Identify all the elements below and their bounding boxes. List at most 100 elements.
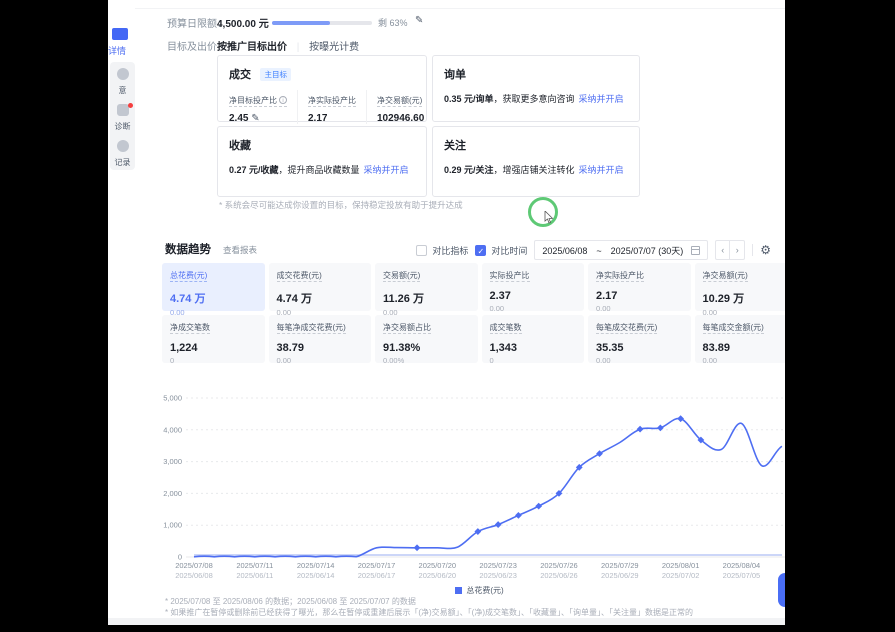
metric-card-compare-value: 0 xyxy=(490,356,577,365)
metric-card-compare-value: 0.00 xyxy=(703,356,786,365)
metric-card-2[interactable]: 交易额(元)11.26 万0.00 xyxy=(375,263,478,311)
y-tick-label: 5,000 xyxy=(163,394,182,403)
app-window: 详情 意诊断记录 预算日限额： 4,500.00 元 剩 63% ✎ 目标及出价… xyxy=(108,0,785,625)
goal-card-follow[interactable]: 关注 0.29 元/关注，增强店铺关注转化采纳并开启 xyxy=(432,126,640,197)
metric-card-11[interactable]: 每笔成交金额(元)83.890.00 xyxy=(695,315,786,363)
metric-card-8[interactable]: 净交易额占比91.38%0.00% xyxy=(375,315,478,363)
promotion-detail-icon[interactable] xyxy=(112,28,128,40)
date-range-picker[interactable]: 2025/06/08 ~ 2025/07/07 (30天) xyxy=(534,240,708,260)
tab-bid-by-impression[interactable]: 按曝光计费 xyxy=(309,42,359,53)
metric-card-value: 38.79 xyxy=(277,342,364,354)
metric-card-5[interactable]: 净交易额(元)10.29 万0.00 xyxy=(695,263,786,311)
tab-separator: | xyxy=(297,42,300,53)
x-tick-label: 2025/07/14 xyxy=(297,561,335,570)
floating-side-tab[interactable] xyxy=(778,573,785,607)
prev-period-button[interactable]: ‹ xyxy=(715,240,730,260)
data-point-marker xyxy=(515,512,522,519)
edit-budget-icon[interactable]: ✎ xyxy=(415,15,423,26)
x-tick-label-compare: 2025/07/05 xyxy=(723,571,761,580)
goal-card-follow-desc: 0.29 元/关注，增强店铺关注转化采纳并开启 xyxy=(444,163,628,176)
goal-card-inquiry[interactable]: 询单 0.35 元/询单，获取更多意向咨询采纳并开启 xyxy=(432,55,640,122)
x-tick-label: 2025/07/29 xyxy=(601,561,639,570)
metric-card-value: 1,224 xyxy=(170,342,257,354)
data-point-marker xyxy=(596,450,603,457)
metric-card-label: 每笔成交金额(元) xyxy=(703,322,764,334)
metric-card-6[interactable]: 净成交笔数1,2240 xyxy=(162,315,265,363)
budget-value: 4,500.00 元 xyxy=(217,15,269,30)
metric-card-label: 交易额(元) xyxy=(383,270,420,282)
settings-gear-icon[interactable]: ⚙ xyxy=(760,243,771,257)
bottom-scroll-strip xyxy=(108,618,785,625)
metric-card-value: 2.37 xyxy=(490,290,577,302)
metric-card-7[interactable]: 每笔净成交花费(元) 38.79 0.00 xyxy=(269,315,372,363)
view-report-link[interactable]: 查看报表 xyxy=(223,244,257,256)
adopt-enable-link[interactable]: 采纳并开启 xyxy=(364,165,409,175)
metric-card-label: 实际投产比 xyxy=(490,270,530,282)
metric-card-1[interactable]: 成交花费(元)4.74 万0.00 xyxy=(269,263,372,311)
metric-card-0[interactable]: 总花费(元)4.74 万0.00 xyxy=(162,263,265,311)
x-tick-label-compare: 2025/06/29 xyxy=(601,571,639,580)
diagnose-icon xyxy=(117,104,129,116)
adopt-enable-link[interactable]: 采纳并开启 xyxy=(579,165,624,175)
metric-card-compare-value: 0.00 xyxy=(596,304,683,313)
deal-metric-label: 净目标投产比i xyxy=(229,96,287,107)
budget-row: 预算日限额： 4,500.00 元 剩 63% ✎ xyxy=(135,15,785,31)
metric-card-3[interactable]: 实际投产比2.370.00 xyxy=(482,263,585,311)
y-tick-label: 2,000 xyxy=(163,489,182,498)
goal-card-deal[interactable]: 成交 主目标 净目标投产比i 2.45 ✎ 净实际投产比 2.17 净交易额(元… xyxy=(217,55,427,122)
budget-slider[interactable] xyxy=(272,21,372,25)
goal-card-follow-title: 关注 xyxy=(444,137,466,153)
legend-label[interactable]: 总花费(元) xyxy=(466,586,503,595)
sidebar-item-label: 记录 xyxy=(110,157,135,168)
x-tick-label-compare: 2025/07/02 xyxy=(662,571,700,580)
metric-card-9[interactable]: 成交笔数1,3430 xyxy=(482,315,585,363)
metric-cards-grid: 总花费(元)4.74 万0.00成交花费(元)4.74 万0.00 交易额(元) 1… xyxy=(162,263,785,363)
goal-bid-row: 目标及出价： 按推广目标出价 | 按曝光计费 xyxy=(135,38,785,54)
data-point-marker xyxy=(677,415,684,422)
deal-metric-value: 102946.60 xyxy=(377,113,424,124)
metric-card-4[interactable]: 净实际投产比2.170.00 xyxy=(588,263,691,311)
metric-card-value: 11.26 万 xyxy=(383,290,470,306)
x-tick-label: 2025/07/08 xyxy=(175,561,213,570)
goal-card-inquiry-desc: 0.35 元/询单，获取更多意向咨询采纳并开启 xyxy=(444,92,628,105)
metric-card-compare-value: 0.00% xyxy=(383,356,470,365)
adopt-enable-link[interactable]: 采纳并开启 xyxy=(579,94,624,104)
data-point-marker xyxy=(637,426,644,433)
metric-card-10[interactable]: 每笔成交花费(元)35.350.00 xyxy=(588,315,691,363)
compare-time-checkbox[interactable]: ✓ xyxy=(475,245,486,256)
deal-metric-label: 净实际投产比 xyxy=(308,96,356,107)
x-tick-label: 2025/07/20 xyxy=(419,561,457,570)
compare-metric-label: 对比指标 xyxy=(432,244,468,257)
mouse-cursor-icon xyxy=(544,211,554,224)
trend-chart: 01,0002,0003,0004,0005,0002025/07/082025… xyxy=(162,382,785,582)
goal-card-favorite[interactable]: 收藏 0.27 元/收藏，提升商品收藏数量采纳并开启 xyxy=(217,126,427,197)
next-period-button[interactable]: › xyxy=(730,240,745,260)
metric-card-value: 10.29 万 xyxy=(703,290,786,306)
goal-card-favorite-desc: 0.27 元/收藏，提升商品收藏数量采纳并开启 xyxy=(229,163,415,176)
x-tick-label: 2025/08/01 xyxy=(662,561,700,570)
metric-card-compare-value: 0 xyxy=(170,356,257,365)
compare-metric-checkbox[interactable] xyxy=(416,245,427,256)
metric-card-compare-value: 0.00 xyxy=(277,356,364,365)
sidebar-item-label: 意 xyxy=(110,85,135,96)
metric-card-value: 35.35 xyxy=(596,342,683,354)
x-tick-label-compare: 2025/06/17 xyxy=(358,571,396,580)
sidebar-item-detail[interactable]: 详情 xyxy=(108,44,134,57)
data-disclaimer-footnote: * 如果推广在暂停或删除前已经获得了曝光，那么在暂停或重建后展示「(净)交易额」… xyxy=(165,607,693,618)
history-icon xyxy=(117,140,129,152)
y-tick-label: 4,000 xyxy=(163,425,182,434)
metric-card-label: 每笔净成交花费(元) xyxy=(277,322,346,334)
click-indicator-ring xyxy=(528,197,558,227)
x-tick-label-compare: 2025/06/08 xyxy=(175,571,213,580)
sidebar-item-diagnose[interactable]: 诊断 xyxy=(110,98,135,134)
tab-bid-by-goal[interactable]: 按推广目标出价 xyxy=(217,42,287,53)
info-icon[interactable]: i xyxy=(279,96,287,104)
metric-card-label: 总花费(元) xyxy=(170,270,207,282)
edit-roi-icon[interactable]: ✎ xyxy=(251,113,259,124)
sidebar-item-history[interactable]: 记录 xyxy=(110,134,135,170)
compare-time-label: 对比时间 xyxy=(491,244,527,257)
deal-metric-label: 净交易额(元) xyxy=(377,96,422,107)
sidebar-item-bulb[interactable]: 意 xyxy=(110,62,135,98)
sidebar-tool-panel: 意诊断记录 xyxy=(110,62,135,170)
y-tick-label: 1,000 xyxy=(163,521,182,530)
